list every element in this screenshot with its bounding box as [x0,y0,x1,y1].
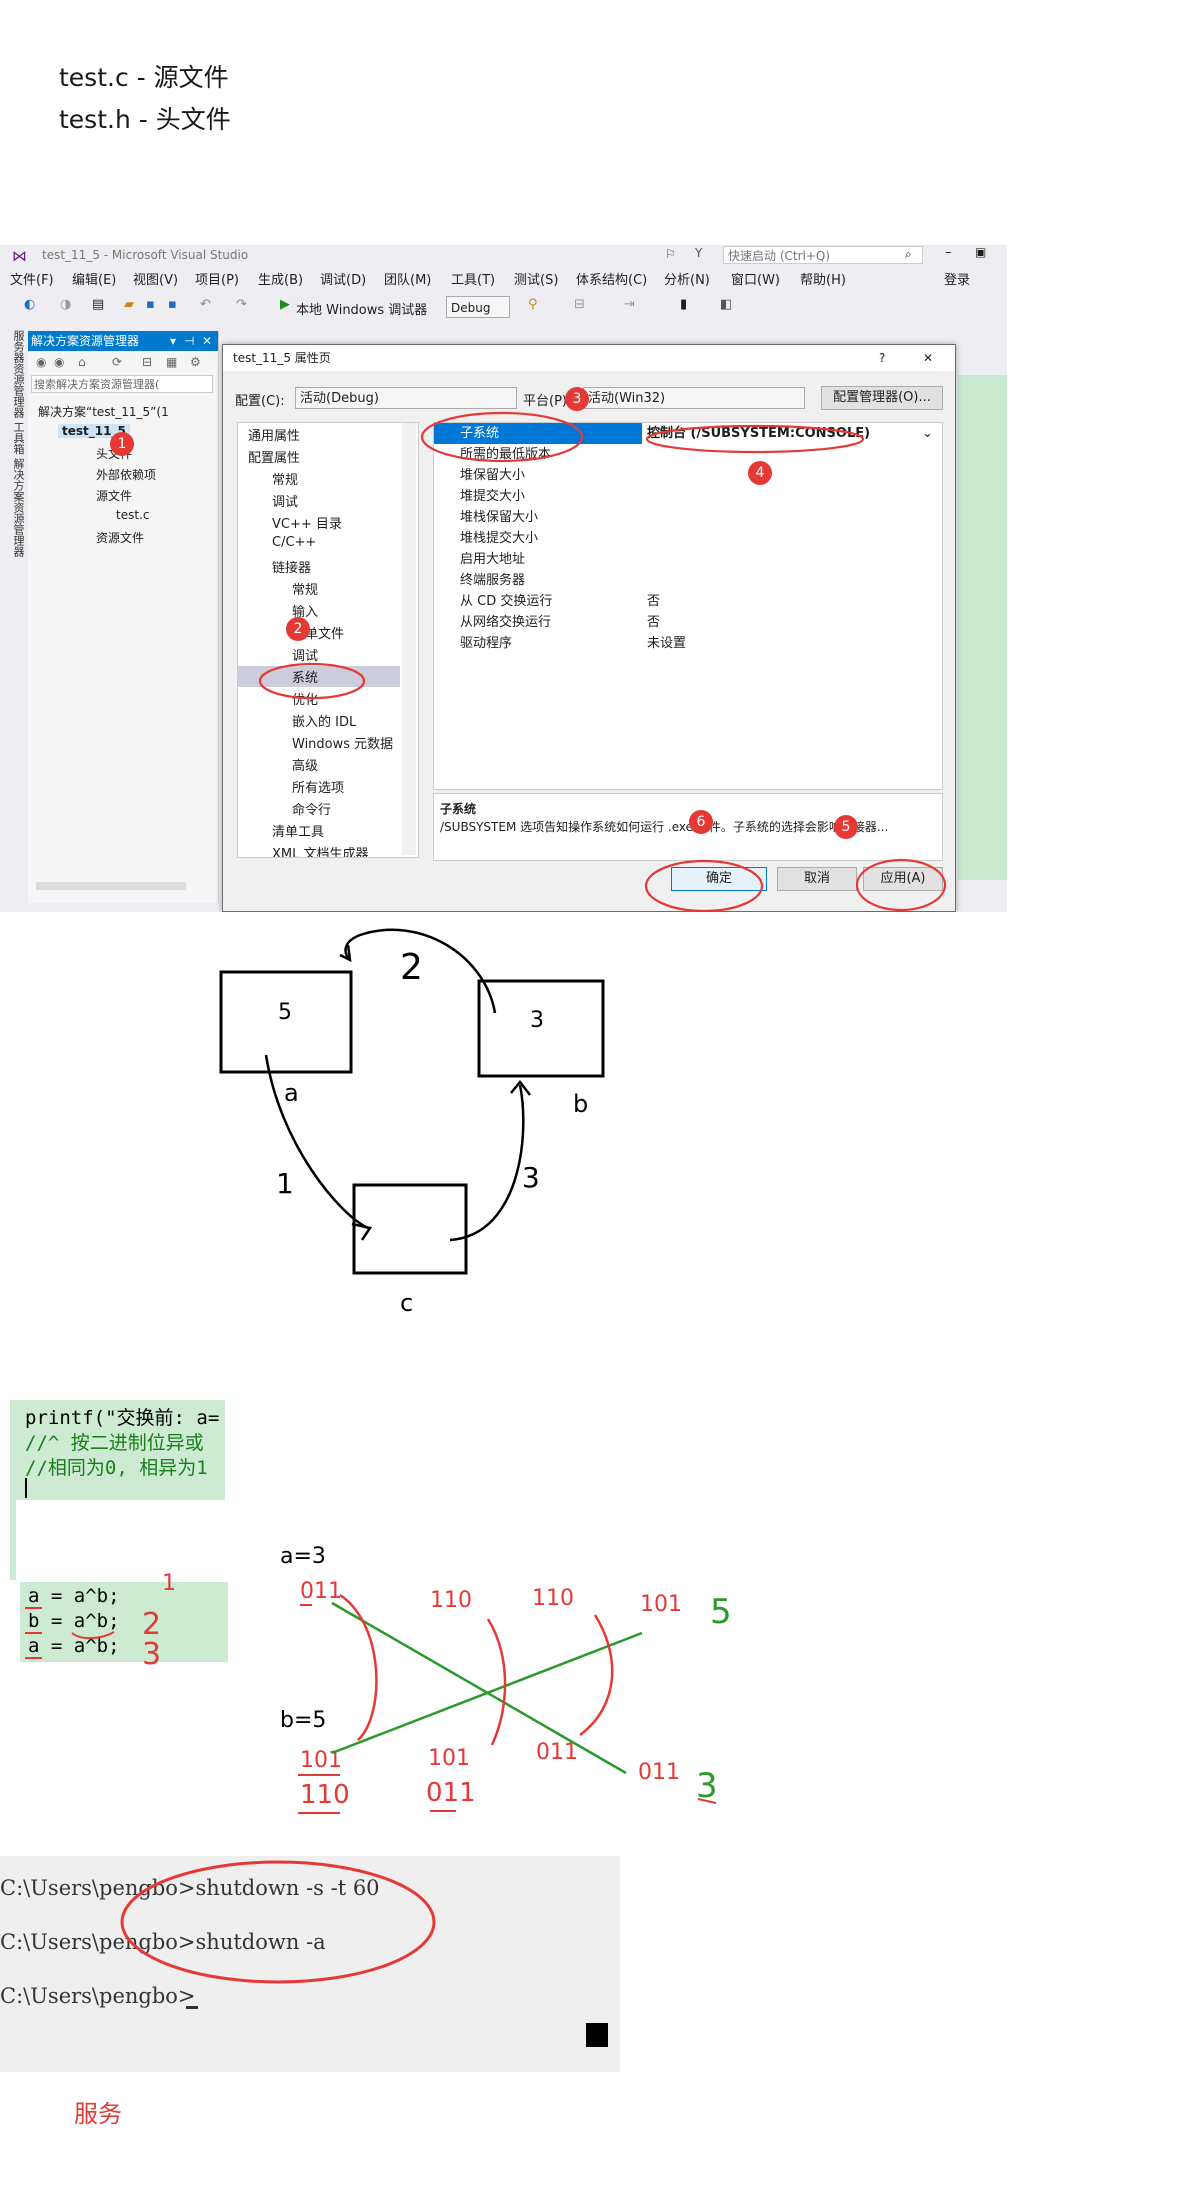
label-a: a [284,1079,299,1107]
xor-col2-written: 011 [426,1778,476,1808]
code-snippet-1: printf("交换前: a= //^ 按二进制位异或 //相同为0, 相异为1 [10,1400,225,1500]
step-badge-2: 2 [286,617,310,641]
note-test-c: test.c - 源文件 [59,63,229,92]
step-badge-6: 6 [689,810,713,834]
xor-b-written: 110 [300,1780,350,1810]
step-badge-5: 5 [834,815,858,839]
underline-a [25,1607,42,1659]
xor-b-label: b=5 [280,1708,326,1733]
vs-screenshot: ⋈ test_11_5 - Microsoft Visual Studio ⚐ … [0,245,1007,912]
console-block [586,2023,608,2047]
code2-step-3: 3 [142,1637,161,1670]
console-window: C:\Users\pengbo>shutdown -s -t 60 C:\Use… [0,1856,620,2072]
code2-step-1: 1 [162,1571,176,1596]
circle-ok [644,859,764,912]
text-cursor [25,1478,27,1498]
code1-line1-text: printf("交换前: a= [25,1407,220,1429]
xor-col4-bot: 011 [638,1760,680,1785]
console-annotation [120,1860,436,1984]
arrow-c-to-b [449,1084,525,1242]
xor-col2-top: 110 [430,1588,472,1613]
xor-col4-top: 101 [640,1592,682,1617]
xor-col3-top: 110 [532,1586,574,1611]
code1-line2: //^ 按二进制位异或 [25,1432,204,1454]
vs-annotations [258,411,947,912]
code-gutter [10,1500,16,1580]
step-badge-4: 4 [748,461,772,485]
circle-system [258,662,366,700]
xor-col3-bot: 011 [536,1740,578,1765]
step-badge-1: 1 [110,432,134,456]
label-c: c [400,1289,413,1317]
console-cursor [186,2006,198,2009]
xor-diagram: a=3 b=5 011 101 110 101 110 011 101 011 … [280,1544,732,1814]
circle-console-value [645,424,865,454]
box-b-value: 3 [530,1008,544,1033]
cross-line-2 [331,1631,643,1755]
label-b: b [573,1090,588,1118]
code2-annotations: 1 2 3 [25,1571,176,1670]
swap-diagram: 5 3 a b c 1 2 3 [219,928,605,1317]
circle-shutdown [120,1860,436,1984]
xor-col2-bot: 101 [428,1746,470,1771]
circle-subsystem [420,411,584,463]
step-2-label: 2 [400,947,423,988]
note-test-h: test.h - 头文件 [59,105,231,134]
code1-line3: //相同为0, 相异为1 [25,1457,208,1479]
footer-note: 服务 [74,2100,122,2128]
brace-2 [486,1618,507,1746]
step-badge-3: 3 [565,387,589,411]
step-1-label: 1 [276,1167,294,1200]
xor-result-top: 5 [710,1592,732,1632]
xor-a-bin: 011 [300,1579,342,1604]
underline-ab [71,1631,115,1640]
xor-a-label: a=3 [280,1544,326,1569]
box-a-value: 5 [278,1000,292,1025]
code1-line1: printf("交换前: a= [25,1403,219,1430]
circle-apply [855,858,947,912]
step-3-label: 3 [522,1161,540,1194]
brace-3 [579,1614,614,1736]
